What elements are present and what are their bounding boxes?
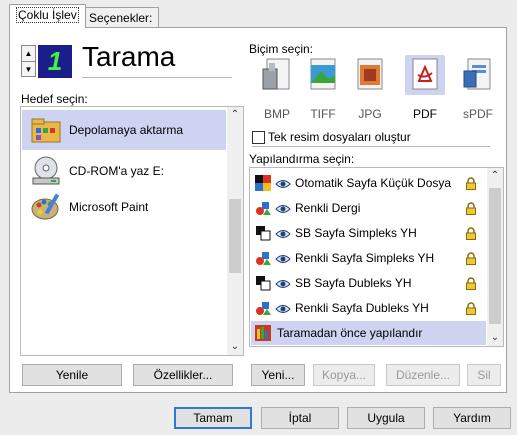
bmp-icon: [262, 58, 290, 90]
format-tiff[interactable]: [303, 55, 343, 95]
jpg-icon: [357, 58, 383, 90]
destination-label: Hedef seçin:: [21, 92, 88, 106]
config-item[interactable]: SB Sayfa Simpleks YH: [251, 221, 486, 245]
lock-icon: [466, 301, 476, 315]
scroll-up-icon[interactable]: ⌃: [487, 168, 503, 184]
format-separator: [252, 146, 490, 147]
paint-palette-icon: [30, 191, 62, 223]
destination-item-label: CD-ROM'a yaz E:: [69, 164, 164, 178]
tab-options-label: Seçenekler:: [89, 11, 153, 25]
color-shapes-icon: [255, 200, 271, 216]
color-shapes-icon: [255, 250, 271, 266]
properties-button[interactable]: Özellikler...: [133, 364, 233, 386]
ok-button[interactable]: Tamam: [174, 407, 252, 429]
help-button[interactable]: Yardım: [433, 407, 511, 429]
mode-number-display: 1: [38, 45, 72, 78]
lock-icon: [466, 276, 476, 290]
config-item-label: Renkli Dergi: [295, 201, 361, 215]
eye-icon: [275, 253, 291, 263]
lock-icon: [466, 176, 476, 190]
format-label-jpg: JPG: [358, 107, 382, 121]
format-bmp[interactable]: [257, 55, 297, 95]
config-item-label: Renkli Sayfa Dubleks YH: [295, 301, 429, 315]
configure-before-scan-icon: [255, 325, 271, 341]
eye-icon: [275, 228, 291, 238]
config-item[interactable]: Renkli Sayfa Simpleks YH: [251, 246, 486, 270]
scroll-thumb[interactable]: [229, 199, 241, 273]
config-item-label: Otomatik Sayfa Küçük Dosya: [295, 176, 452, 190]
spin-down-icon[interactable]: ▼: [22, 61, 35, 76]
config-item[interactable]: Renkli Sayfa Dubleks YH: [251, 296, 486, 320]
scroll-up-icon[interactable]: ⌃: [227, 107, 243, 123]
configuration-label: Yapılandırma seçin:: [249, 152, 355, 166]
single-file-checkbox[interactable]: [252, 131, 265, 144]
edit-config-button[interactable]: Düzenle...: [386, 364, 460, 386]
copy-config-button[interactable]: Kopya...: [313, 364, 375, 386]
config-item[interactable]: Otomatik Sayfa Küçük Dosya: [251, 171, 486, 195]
color-shapes-icon: [255, 300, 271, 316]
tiff-icon: [310, 58, 336, 90]
delete-config-button[interactable]: Sil: [467, 364, 501, 386]
mode-title: Tarama: [82, 41, 176, 72]
eye-icon: [275, 178, 291, 188]
format-label-bmp: BMP: [263, 107, 290, 121]
destination-item-storage[interactable]: Depolamaya aktarma: [22, 110, 226, 150]
scroll-thumb[interactable]: [489, 188, 501, 324]
tab-multi-function-label: Çoklu İşlev: [16, 7, 79, 23]
configuration-list[interactable]: Otomatik Sayfa Küçük Dosya Renkli Dergi …: [249, 167, 504, 347]
destination-item-cd-rom[interactable]: CD-ROM'a yaz E:: [22, 151, 226, 191]
config-item-label: SB Sayfa Dubleks YH: [295, 276, 412, 290]
destination-item-label: Microsoft Paint: [69, 200, 149, 214]
apply-button[interactable]: Uygula: [347, 407, 425, 429]
single-file-checkbox-label: Tek resim dosyaları oluştur: [268, 130, 411, 144]
format-label-tiff: TIFF: [310, 107, 336, 121]
format-label-spdf: sPDF: [463, 107, 493, 121]
lock-icon: [466, 251, 476, 265]
destination-item-label: Depolamaya aktarma: [69, 123, 184, 137]
destination-list[interactable]: Depolamaya aktarma CD-ROM'a yaz E: Micro…: [20, 106, 244, 356]
mode-spinner[interactable]: ▲ ▼: [21, 45, 36, 77]
eye-icon: [275, 303, 291, 313]
pdf-icon: [412, 58, 438, 90]
new-config-button[interactable]: Yeni...: [251, 364, 305, 386]
config-item-label: Renkli Sayfa Simpleks YH: [295, 251, 435, 265]
spdf-icon: [463, 58, 491, 90]
eye-icon: [275, 203, 291, 213]
mode-title-underline: [82, 77, 232, 78]
destination-scrollbar[interactable]: ⌃ ⌄: [227, 107, 243, 355]
auto-color-icon: [255, 175, 271, 191]
bw-icon: [255, 275, 271, 291]
bw-icon: [255, 225, 271, 241]
scroll-down-icon[interactable]: ⌄: [487, 330, 503, 346]
lock-icon: [466, 201, 476, 215]
format-label-pdf: PDF: [413, 107, 437, 121]
scroll-down-icon[interactable]: ⌄: [227, 339, 243, 355]
tab-multi-function[interactable]: Çoklu İşlev: [9, 4, 86, 28]
configuration-scrollbar[interactable]: ⌃ ⌄: [487, 168, 503, 346]
folder-storage-icon: [30, 114, 62, 146]
cd-rom-icon: [30, 155, 62, 187]
destination-item-paint[interactable]: Microsoft Paint: [22, 187, 226, 227]
format-spdf[interactable]: [458, 55, 498, 95]
config-item-label: SB Sayfa Simpleks YH: [295, 226, 417, 240]
format-jpg[interactable]: [350, 55, 390, 95]
format-label: Biçim seçin:: [249, 42, 314, 56]
eye-icon: [275, 278, 291, 288]
refresh-button[interactable]: Yenile: [22, 364, 122, 386]
config-item[interactable]: SB Sayfa Dubleks YH: [251, 271, 486, 295]
config-item[interactable]: Renkli Dergi: [251, 196, 486, 220]
format-pdf[interactable]: [405, 55, 445, 95]
lock-icon: [466, 226, 476, 240]
spin-up-icon[interactable]: ▲: [22, 46, 35, 61]
config-item-label: Taramadan önce yapılandır: [277, 326, 423, 340]
cancel-button[interactable]: İptal: [261, 407, 339, 429]
config-item-selected[interactable]: Taramadan önce yapılandır: [251, 321, 486, 345]
tab-options[interactable]: Seçenekler:: [82, 7, 160, 27]
